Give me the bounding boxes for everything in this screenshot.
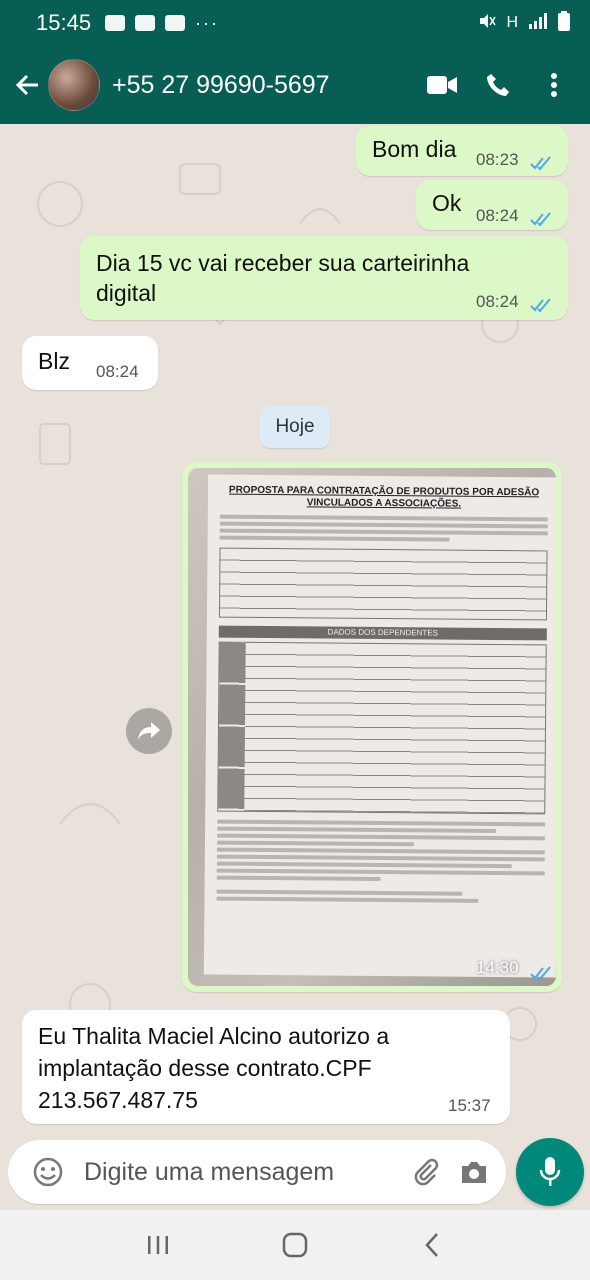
- mute-icon: [478, 12, 497, 35]
- document-title: PROPOSTA PARA CONTRATAÇÃO DE PRODUTOS PO…: [228, 484, 540, 510]
- outgoing-message[interactable]: Ok 08:24: [416, 180, 568, 230]
- titular-data-form: [218, 547, 548, 621]
- message-time: 08:23: [476, 150, 519, 169]
- message-time: 15:37: [448, 1096, 491, 1115]
- message-time: 08:24: [476, 206, 519, 225]
- chat-area[interactable]: Bom dia 08:23 Ok 08:24 Dia 15 vc vai rec…: [0, 124, 590, 1140]
- incoming-message[interactable]: Blz 08:24: [22, 336, 158, 390]
- read-ticks-icon: [530, 206, 554, 233]
- message-time: 08:24: [476, 292, 519, 311]
- status-bar: 15:45 ··· H: [0, 0, 590, 46]
- phone-icon[interactable]: [476, 63, 520, 107]
- attach-icon[interactable]: [406, 1152, 446, 1192]
- network-type: H: [506, 14, 518, 31]
- chat-header: +55 27 99690-5697: [0, 46, 590, 124]
- more-options-icon[interactable]: [532, 63, 576, 107]
- message-text: Eu Thalita Maciel Alcino autorizo a impl…: [38, 1023, 390, 1113]
- message-text: Ok: [432, 190, 462, 216]
- message-time: 14:30: [476, 958, 519, 977]
- app-notification-icon: [165, 15, 186, 31]
- outgoing-message[interactable]: Dia 15 vc vai receber sua carteirinha di…: [80, 236, 568, 320]
- system-status: H: [478, 10, 570, 36]
- message-text: Blz: [38, 348, 70, 374]
- youtube-icon: [105, 15, 126, 31]
- mic-icon[interactable]: [516, 1138, 584, 1206]
- read-ticks-icon: [530, 292, 554, 319]
- read-ticks-icon: [530, 150, 554, 177]
- document-intro-text: [219, 514, 548, 543]
- image-message[interactable]: PROPOSTA PARA CONTRATAÇÃO DE PRODUTOS PO…: [182, 462, 562, 992]
- message-time: 08:24: [96, 362, 139, 381]
- outgoing-message[interactable]: Bom dia 08:23: [356, 126, 568, 176]
- message-input-container[interactable]: Digite uma mensagem: [8, 1140, 506, 1204]
- signal-icon: [528, 12, 548, 35]
- share-icon[interactable]: [126, 708, 172, 754]
- document-footer-text: [216, 819, 546, 904]
- contact-name[interactable]: +55 27 99690-5697: [112, 71, 408, 100]
- notification-icons: ···: [105, 13, 219, 34]
- battery-icon: [558, 10, 570, 36]
- video-call-icon[interactable]: [420, 63, 464, 107]
- nav-back-icon[interactable]: [412, 1225, 452, 1265]
- recents-icon[interactable]: [138, 1225, 178, 1265]
- read-ticks-icon: [530, 960, 554, 987]
- incoming-message[interactable]: Eu Thalita Maciel Alcino autorizo a impl…: [22, 1010, 510, 1124]
- day-separator: Hoje: [260, 406, 330, 448]
- chat-notification-icon: [135, 15, 156, 31]
- message-text: Bom dia: [372, 136, 457, 162]
- document-paper: PROPOSTA PARA CONTRATAÇÃO DE PRODUTOS PO…: [203, 474, 556, 978]
- dependents-header: DADOS DOS DEPENDENTES: [218, 625, 547, 641]
- more-notifications-icon: ···: [195, 12, 220, 33]
- emoji-icon[interactable]: [28, 1152, 68, 1192]
- composer-bar: Digite uma mensagem: [0, 1138, 590, 1210]
- camera-icon[interactable]: [454, 1152, 494, 1192]
- back-arrow-icon[interactable]: [10, 68, 44, 102]
- message-text: Dia 15 vc vai receber sua carteirinha di…: [96, 250, 470, 306]
- system-navigation-bar: [0, 1210, 590, 1280]
- dependents-form: [217, 641, 547, 815]
- document-photo[interactable]: PROPOSTA PARA CONTRATAÇÃO DE PRODUTOS PO…: [188, 468, 556, 986]
- status-time: 15:45: [36, 10, 92, 35]
- contact-avatar[interactable]: [48, 59, 100, 111]
- message-input[interactable]: Digite uma mensagem: [84, 1158, 398, 1187]
- home-icon[interactable]: [275, 1225, 315, 1265]
